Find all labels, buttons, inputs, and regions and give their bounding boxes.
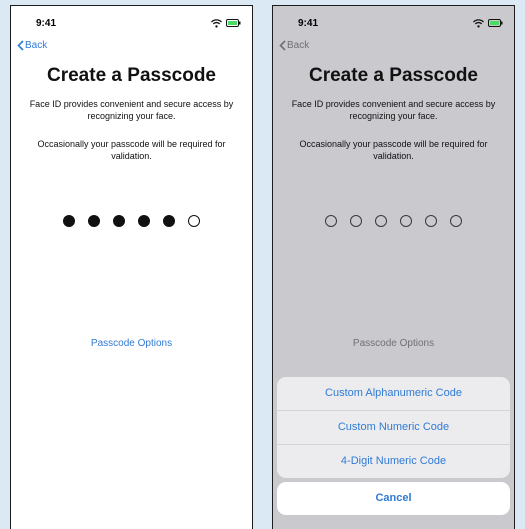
validation-note: Occasionally your passcode will be requi… bbox=[37, 139, 226, 161]
back-button[interactable]: Back bbox=[17, 40, 47, 51]
face-id-description: Face ID provides convenient and secure a… bbox=[29, 99, 234, 121]
passcode-dot-filled bbox=[88, 215, 100, 227]
page-title: Create a Passcode bbox=[309, 65, 478, 86]
custom-numeric-code-option[interactable]: Custom Numeric Code bbox=[277, 411, 510, 445]
status-bar: 9:41 bbox=[273, 6, 514, 34]
phone-screen-passcode: 9:41 Back Create a Passcode Face ID prov… bbox=[10, 5, 253, 529]
chevron-left-icon bbox=[279, 40, 286, 51]
cancel-button[interactable]: Cancel bbox=[277, 482, 510, 515]
status-icons bbox=[473, 18, 503, 28]
passcode-options-link[interactable]: Passcode Options bbox=[11, 338, 252, 349]
status-icons bbox=[211, 18, 241, 28]
passcode-dots bbox=[273, 215, 514, 227]
status-time: 9:41 bbox=[36, 18, 57, 29]
status-time: 9:41 bbox=[298, 18, 319, 29]
passcode-dots bbox=[11, 215, 252, 227]
battery-icon bbox=[226, 19, 241, 27]
page-title: Create a Passcode bbox=[47, 65, 216, 86]
passcode-dot-empty bbox=[375, 215, 387, 227]
passcode-dot-filled bbox=[113, 215, 125, 227]
phone-screen-passcode-options: 9:41 Back Create a Passcode Face ID prov… bbox=[272, 5, 515, 529]
chevron-left-icon bbox=[17, 40, 24, 51]
back-label: Back bbox=[287, 40, 310, 51]
passcode-dot-empty bbox=[188, 215, 200, 227]
validation-note: Occasionally your passcode will be requi… bbox=[299, 139, 488, 161]
battery-icon bbox=[488, 19, 503, 27]
wifi-icon bbox=[211, 18, 222, 28]
passcode-dot-empty bbox=[400, 215, 412, 227]
status-bar: 9:41 bbox=[11, 6, 252, 34]
passcode-dot-empty bbox=[350, 215, 362, 227]
passcode-dot-empty bbox=[425, 215, 437, 227]
wifi-icon bbox=[473, 18, 484, 28]
passcode-dot-empty bbox=[325, 215, 337, 227]
passcode-dot-filled bbox=[163, 215, 175, 227]
passcode-dot-empty bbox=[450, 215, 462, 227]
passcode-options-action-sheet: Custom Alphanumeric Code Custom Numeric … bbox=[277, 377, 510, 478]
custom-alphanumeric-code-option[interactable]: Custom Alphanumeric Code bbox=[277, 377, 510, 411]
face-id-description: Face ID provides convenient and secure a… bbox=[291, 99, 496, 121]
back-label: Back bbox=[25, 40, 48, 51]
back-button[interactable]: Back bbox=[279, 40, 309, 51]
passcode-options-link: Passcode Options bbox=[352, 338, 435, 349]
passcode-dot-filled bbox=[63, 215, 75, 227]
four-digit-numeric-code-option[interactable]: 4-Digit Numeric Code bbox=[277, 445, 510, 478]
passcode-dot-filled bbox=[138, 215, 150, 227]
